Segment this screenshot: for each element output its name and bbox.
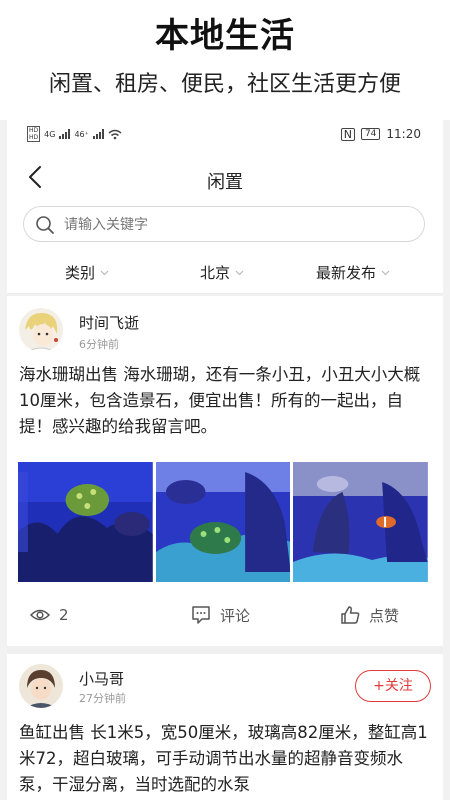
filter-city[interactable]: 北京	[200, 262, 244, 283]
follow-button[interactable]: +关注	[355, 670, 431, 702]
eye-icon	[29, 609, 51, 621]
promo-banner: 本地生活 闲置、租房、便民，社区生活更方便	[0, 0, 450, 120]
post-time: 27分钟前	[79, 692, 126, 705]
filter-category-label: 类别	[65, 264, 96, 282]
views-value: 2	[59, 606, 69, 624]
post-card[interactable]: 时间飞逝 6分钟前 海水珊瑚出售 海水珊瑚，还有一条小丑，小丑大小大概10厘米，…	[7, 296, 443, 646]
nfc-icon: N	[340, 127, 355, 141]
filter-category[interactable]: 类别	[65, 262, 109, 283]
like-label: 点赞	[369, 606, 400, 625]
comment-label: 评论	[220, 606, 251, 625]
post-time: 6分钟前	[79, 338, 119, 351]
aquarium-photo	[293, 462, 429, 582]
phone-screen: HDHD 4G 46⁺ N 74 11:20 闲置 类别 北京	[7, 120, 443, 800]
avatar[interactable]	[19, 664, 63, 708]
like-button[interactable]: 点赞	[339, 604, 399, 626]
aquarium-photo	[18, 462, 153, 582]
photo-grid	[18, 462, 429, 582]
status-right: N 74 11:20	[340, 127, 421, 141]
aquarium-photo	[155, 462, 291, 582]
avatar-image	[19, 664, 63, 708]
post-text: 鱼缸出售 长1米5，宽50厘米，玻璃高82厘米，整缸高1米72，超白玻璃，可手动…	[19, 723, 428, 794]
thumbs-up-icon	[341, 606, 360, 624]
comment-icon	[192, 606, 210, 624]
filter-bar: 类别 北京 最新发布	[7, 248, 443, 294]
post-card[interactable]: 小马哥 27分钟前 +关注 鱼缸出售 长1米5，宽50厘米，玻璃高82厘米，整缸…	[7, 654, 443, 800]
signal-icon-2	[92, 129, 104, 139]
chevron-down-icon	[381, 270, 390, 276]
wifi-icon	[108, 129, 122, 139]
avatar[interactable]	[19, 308, 63, 352]
post-photo[interactable]	[293, 462, 429, 582]
clock: 11:20	[386, 127, 421, 141]
search-box[interactable]	[23, 206, 425, 242]
avatar-image	[19, 308, 63, 352]
promo-title: 本地生活	[155, 16, 295, 56]
filter-city-label: 北京	[200, 264, 231, 282]
search-input[interactable]	[64, 213, 414, 237]
post-photo[interactable]	[18, 462, 153, 582]
nav-bar: 闲置	[7, 150, 443, 206]
user-name[interactable]: 小马哥	[79, 668, 124, 689]
chevron-down-icon	[235, 270, 244, 276]
network-label-1: 4G	[44, 129, 56, 139]
hd-icon: HD HD	[27, 126, 41, 142]
signal-icon	[59, 129, 71, 139]
status-bar: HD HD 4G 46⁺ N 74 11:20	[7, 120, 443, 150]
post-photo[interactable]	[155, 462, 291, 582]
page-title: 闲置	[207, 172, 243, 193]
comment-button[interactable]: 评论	[190, 604, 250, 626]
battery-icon: 74	[360, 128, 381, 140]
search-icon	[36, 216, 54, 234]
status-left: HD HD 4G 46⁺	[27, 126, 122, 142]
user-name[interactable]: 时间飞逝	[79, 312, 139, 333]
chevron-down-icon	[100, 270, 109, 276]
filter-sort-label: 最新发布	[316, 264, 377, 282]
network-label-2: 46⁺	[74, 129, 89, 139]
post-text: 海水珊瑚出售 海水珊瑚，还有一条小丑，小丑大小大概10厘米，包含造景石，便宜出售…	[19, 365, 421, 436]
post-actions: 2 评论 点赞	[7, 596, 443, 636]
views-count: 2	[29, 604, 69, 626]
filter-sort[interactable]: 最新发布	[316, 262, 390, 283]
search-bar	[7, 206, 443, 248]
promo-subtitle: 闲置、租房、便民，社区生活更方便	[48, 72, 401, 97]
